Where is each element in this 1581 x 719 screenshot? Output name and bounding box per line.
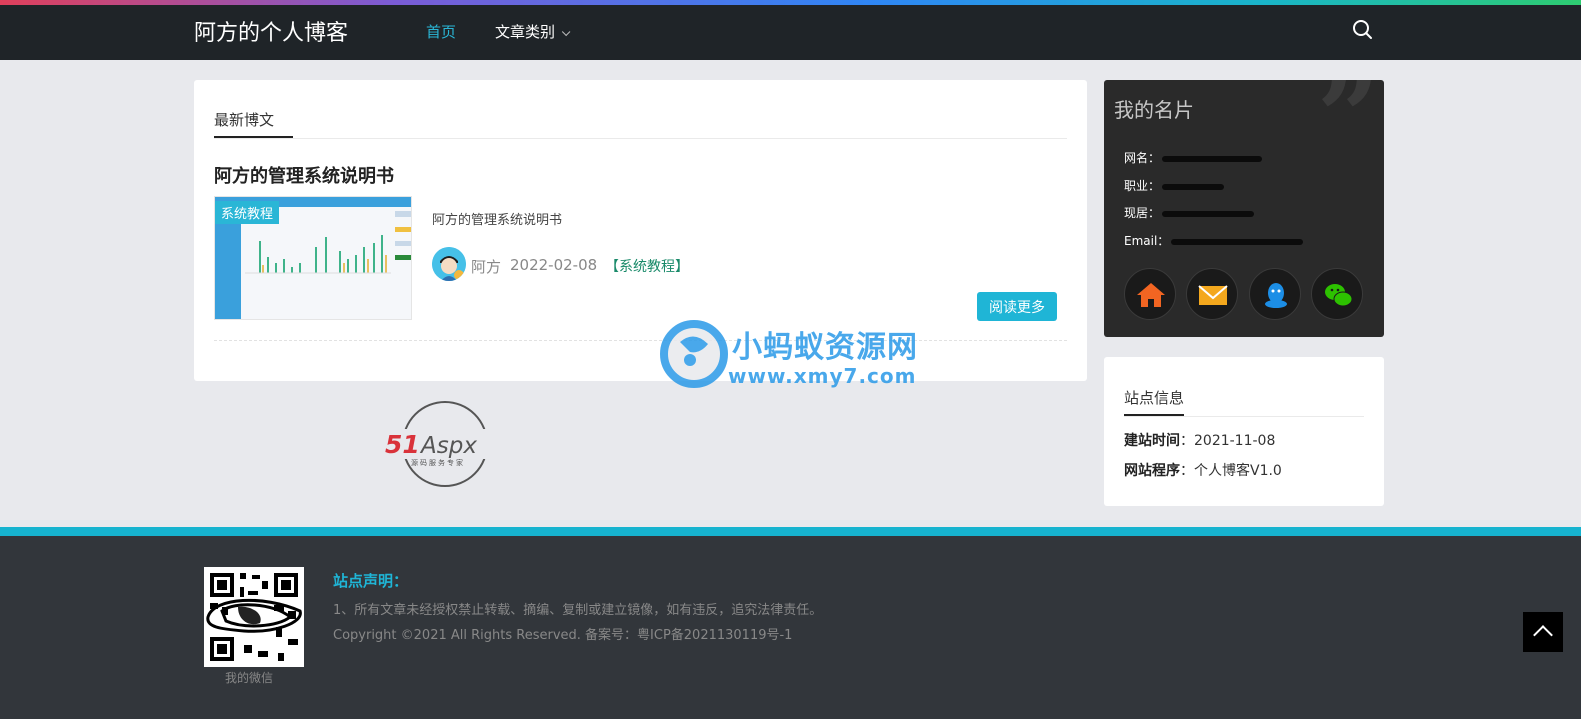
nav-home-link[interactable]: 首页: [426, 21, 456, 42]
site-established-value: ：2021-11-08: [1180, 433, 1276, 449]
qq-icon[interactable]: [1249, 268, 1301, 320]
author-avatar: [432, 247, 466, 281]
chevron-up-icon: [1533, 625, 1553, 645]
wechat-qr-code: [204, 567, 304, 667]
back-to-top-button[interactable]: [1523, 612, 1563, 652]
latest-posts-card: 最新博文 阿方的管理系统说明书 系统教程 阿方的管理系统说明书 阿方 2022-…: [194, 80, 1087, 381]
post-excerpt: 阿方的管理系统说明书: [432, 213, 563, 228]
redaction-mark: [1162, 210, 1255, 217]
profile-location-label: 现居：: [1124, 206, 1161, 220]
post-thumbnail[interactable]: 系统教程: [214, 196, 412, 320]
qr-code-label: 我的微信: [225, 671, 274, 685]
watermark-name: 小蚂蚁资源网: [732, 330, 918, 365]
site-program-value: ：个人博客V1.0: [1180, 463, 1282, 479]
redaction-mark: [1162, 183, 1225, 190]
post-date: 2022-02-08: [510, 256, 598, 274]
watermark-url: www.xmy7.com: [728, 364, 917, 388]
profile-job-label: 职业：: [1124, 179, 1161, 193]
profile-nickname: 网名：: [1124, 149, 1263, 166]
site-info-title: 站点信息: [1124, 389, 1185, 407]
quote-mark-decoration: ”: [1316, 80, 1380, 181]
divider: [1124, 416, 1364, 417]
color-stripe: [0, 0, 1581, 5]
profile-nickname-label: 网名：: [1124, 151, 1161, 165]
divider: [214, 138, 1067, 139]
home-icon[interactable]: [1124, 268, 1176, 320]
profile-email-label: Email：: [1124, 234, 1170, 248]
site-brand[interactable]: 阿方的个人博客: [194, 15, 348, 47]
wechat-icon[interactable]: [1311, 268, 1363, 320]
profile-email: Email：: [1124, 232, 1304, 249]
post-thumb-tag: 系统教程: [215, 201, 280, 224]
post-category-link[interactable]: 【系统教程】: [605, 256, 689, 276]
search-icon[interactable]: [1351, 18, 1375, 42]
footer-accent-line: [0, 527, 1581, 536]
declaration-text: 1、所有文章未经授权禁止转载、摘编、复制或建立镜像，如有违反，追究法律责任。: [333, 603, 823, 618]
declaration-title: 站点声明：: [333, 572, 409, 590]
profile-card: ” 我的名片 网名： 职业： 现居： Email：: [1104, 80, 1384, 337]
site-established-label: 建站时间: [1124, 433, 1180, 449]
site-established: 建站时间：2021-11-08: [1124, 430, 1275, 450]
ant-logo-icon: [660, 320, 728, 388]
post-author[interactable]: 阿方: [471, 256, 501, 277]
mail-icon[interactable]: [1186, 268, 1238, 320]
chevron-down-icon: [561, 27, 571, 37]
post-title[interactable]: 阿方的管理系统说明书: [214, 162, 394, 188]
logo-aspx-part: Aspx: [419, 433, 477, 459]
top-navbar: 阿方的个人博客 首页 文章类别: [0, 0, 1581, 60]
profile-card-title: 我的名片: [1114, 98, 1194, 122]
profile-job: 职业：: [1124, 177, 1225, 194]
read-more-button[interactable]: 阅读更多: [977, 292, 1057, 321]
profile-location: 现居：: [1124, 204, 1255, 221]
page-footer: 我的微信 站点声明： 1、所有文章未经授权禁止转载、摘编、复制或建立镜像，如有违…: [0, 527, 1581, 719]
site-program-label: 网站程序: [1124, 463, 1180, 479]
site-info-card: 站点信息 建站时间：2021-11-08 网站程序：个人博客V1.0: [1104, 357, 1384, 506]
redaction-mark: [1171, 238, 1304, 245]
redaction-mark: [1162, 155, 1263, 162]
section-tab-latest[interactable]: 最新博文: [214, 109, 274, 130]
post-divider: [214, 340, 1067, 341]
nav-category-dropdown[interactable]: 文章类别: [495, 21, 571, 42]
51aspx-logo: 51 Aspx 源码服务专家: [383, 399, 507, 491]
nav-category-label: 文章类别: [495, 23, 556, 41]
copyright-text: Copyright ©2021 All Rights Reserved. 备案号…: [333, 628, 793, 643]
site-watermark: 小蚂蚁资源网 www.xmy7.com: [660, 320, 920, 390]
logo-51-part: 51: [385, 430, 420, 459]
logo-sub: 源码服务专家: [411, 458, 465, 467]
site-program: 网站程序：个人博客V1.0: [1124, 460, 1282, 480]
